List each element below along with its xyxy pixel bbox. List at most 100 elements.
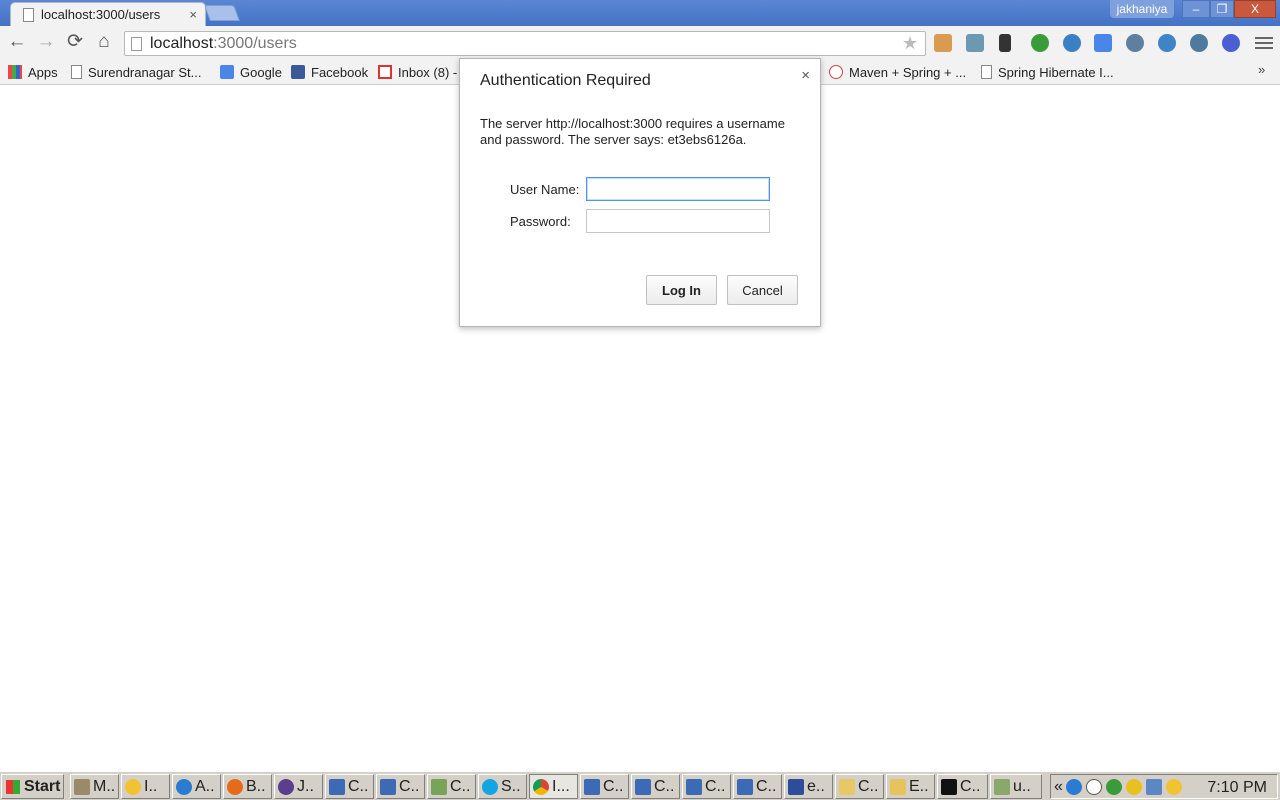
bookmark-facebook[interactable]: Facebook <box>291 63 368 81</box>
google-icon <box>220 65 234 79</box>
forward-button[interactable]: → <box>34 30 58 54</box>
word-icon <box>380 778 396 795</box>
notification-icon[interactable] <box>1085 778 1102 795</box>
taskbar-item[interactable]: I.. <box>121 774 170 799</box>
security-icon[interactable] <box>1105 778 1122 795</box>
page-icon <box>23 7 34 22</box>
taskbar-item-label: A.. <box>195 777 215 795</box>
taskbar-item-label: B.. <box>246 777 266 795</box>
back-button[interactable]: ← <box>5 30 29 54</box>
update-icon[interactable] <box>1125 778 1142 795</box>
bookmark-label: Inbox (8) - <box>398 64 458 80</box>
taskbar-item[interactable]: C.. <box>427 774 476 799</box>
question-page-icon <box>829 65 843 79</box>
translate-icon[interactable] <box>1094 34 1112 52</box>
cancel-button[interactable]: Cancel <box>727 275 798 305</box>
taskbar-item[interactable]: S.. <box>478 774 527 799</box>
minimize-button[interactable]: – <box>1182 0 1210 18</box>
extension-icon[interactable] <box>1190 34 1208 52</box>
start-button[interactable]: Start <box>1 774 64 799</box>
taskbar-item[interactable]: B.. <box>223 774 272 799</box>
gmail-icon <box>378 65 392 79</box>
bookmark-label: Surendranagar St... <box>88 64 202 80</box>
bookmark-maven-spring[interactable]: Maven + Spring + ... <box>829 63 966 81</box>
browser-tab[interactable]: localhost:3000/users × <box>10 2 206 26</box>
chrome-menu-icon[interactable] <box>1255 34 1273 52</box>
bookmark-apps[interactable]: Apps <box>8 63 58 81</box>
taskbar-item-label: J.. <box>297 777 314 795</box>
notepad-icon <box>431 778 447 795</box>
bookmark-star-icon[interactable]: ★ <box>902 33 918 54</box>
windows-flag-icon <box>6 779 20 794</box>
bookmark-google[interactable]: Google <box>220 63 282 81</box>
system-tray: « 7:10 PM <box>1050 774 1278 799</box>
globe-icon[interactable] <box>1063 34 1081 52</box>
taskbar-item[interactable]: C.. <box>682 774 731 799</box>
vimeo-icon[interactable] <box>1222 34 1240 52</box>
mail-icon <box>839 778 855 795</box>
address-bar[interactable]: localhost:3000/users <box>124 31 926 56</box>
taskbar-item-label: C.. <box>858 777 879 795</box>
taskbar-item[interactable]: u.. <box>990 774 1042 799</box>
close-window-button[interactable]: X <box>1234 0 1276 18</box>
word-icon <box>329 778 345 795</box>
bookmark-inbox[interactable]: Inbox (8) - <box>378 63 457 81</box>
taskbar-item[interactable]: C.. <box>376 774 425 799</box>
extension-icon[interactable] <box>934 34 952 52</box>
taskbar-item[interactable]: C.. <box>835 774 884 799</box>
taskbar-item-active[interactable]: I... <box>529 774 578 799</box>
taskbar-item-label: I... <box>552 777 570 795</box>
taskbar-item[interactable]: e.. <box>784 774 833 799</box>
bookmark-spring-hibernate[interactable]: Spring Hibernate I... <box>981 63 1114 81</box>
page-icon <box>131 36 142 51</box>
taskbar-item-label: C.. <box>603 777 624 795</box>
username-field[interactable] <box>586 177 770 201</box>
taskbar-item-label: C.. <box>756 777 777 795</box>
close-icon[interactable]: × <box>801 67 810 84</box>
home-button[interactable]: ⌂ <box>92 30 116 54</box>
login-button[interactable]: Log In <box>646 275 717 305</box>
app-icon <box>74 778 90 795</box>
taskbar-item-label: u.. <box>1013 777 1031 795</box>
bookmark-label: Maven + Spring + ... <box>849 64 967 80</box>
extension-icon[interactable] <box>1126 34 1144 52</box>
restore-button[interactable]: ❐ <box>1210 0 1234 18</box>
extension-icon[interactable] <box>1158 34 1176 52</box>
taskbar-item-label: E.. <box>909 777 929 795</box>
tray-expand-icon[interactable]: « <box>1054 778 1063 796</box>
hangouts-icon[interactable] <box>1031 34 1049 52</box>
network-icon[interactable] <box>1065 778 1082 795</box>
taskbar-item[interactable]: C.. <box>325 774 374 799</box>
taskbar-item[interactable]: C.. <box>580 774 629 799</box>
taskbar-item[interactable]: A.. <box>172 774 221 799</box>
bookmark-label: Google <box>240 64 282 80</box>
password-field[interactable] <box>586 209 770 233</box>
bookmarks-overflow-icon[interactable]: » <box>1258 62 1265 77</box>
taskbar-item-label: S.. <box>501 777 521 795</box>
extension-icon[interactable] <box>999 34 1011 52</box>
word-icon <box>686 778 702 795</box>
new-tab-button[interactable] <box>204 5 240 21</box>
system-clock[interactable]: 7:10 PM <box>1207 779 1267 797</box>
taskbar-item-label: C.. <box>654 777 675 795</box>
clock-app-icon[interactable] <box>1165 778 1182 795</box>
chrome-icon <box>533 778 549 795</box>
taskbar-item[interactable]: C.. <box>631 774 680 799</box>
extension-icon[interactable] <box>966 34 984 52</box>
taskbar-item[interactable]: M.. <box>70 774 119 799</box>
bookmark-surendranagar[interactable]: Surendranagar St... <box>71 63 201 81</box>
taskbar-item[interactable]: J.. <box>274 774 323 799</box>
taskbar-item-label: M.. <box>93 777 116 795</box>
taskbar-item[interactable]: C.. <box>733 774 782 799</box>
taskbar-item[interactable]: C.. <box>937 774 988 799</box>
reload-button[interactable]: ⟳ <box>63 30 87 54</box>
auth-dialog: Authentication Required × The server htt… <box>459 58 821 327</box>
url-host: localhost <box>150 34 214 52</box>
tab-title: localhost:3000/users <box>41 7 161 22</box>
display-icon[interactable] <box>1145 778 1162 795</box>
taskbar-item[interactable]: E.. <box>886 774 935 799</box>
profile-button[interactable]: jakhaniya <box>1110 0 1174 18</box>
close-tab-icon[interactable]: × <box>189 7 197 22</box>
taskbar-item-label: C.. <box>450 777 471 795</box>
firefox-icon <box>227 778 243 795</box>
